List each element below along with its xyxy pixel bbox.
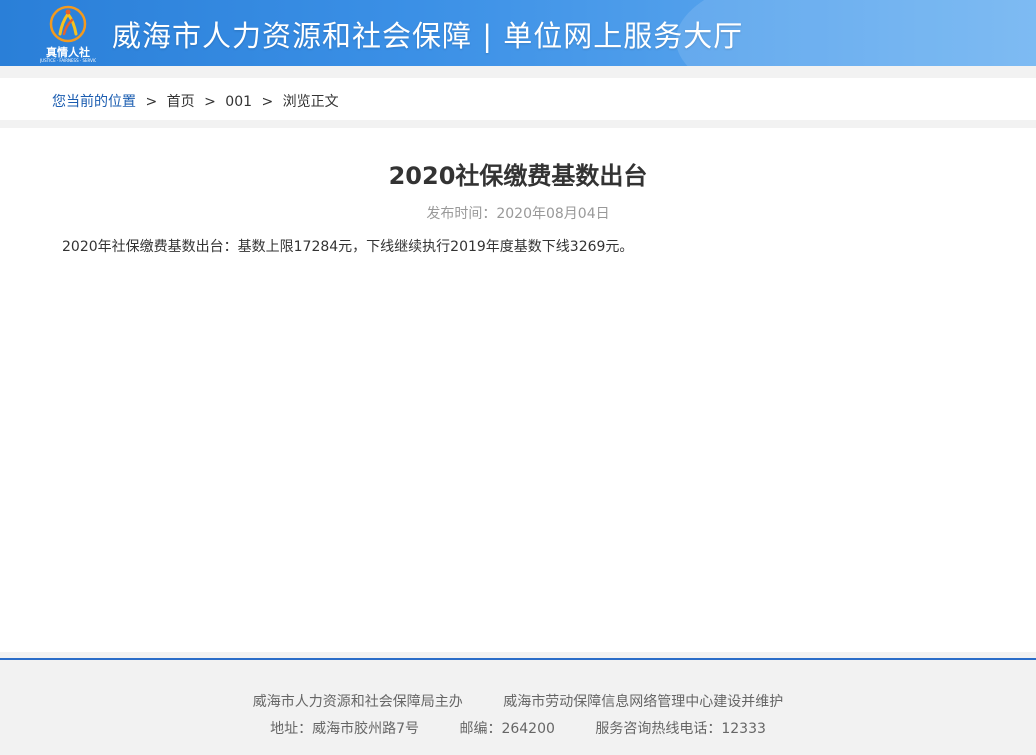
footer-postcode: 邮编：264200 bbox=[459, 721, 555, 737]
breadcrumb-item-home[interactable]: 首页 bbox=[167, 94, 195, 110]
breadcrumb-separator: > bbox=[261, 94, 274, 110]
site-header: 真情人社 JUSTICE · FAIRNESS · SERVICE 威海市人力资… bbox=[0, 0, 1036, 66]
breadcrumb-item-current: 浏览正文 bbox=[282, 94, 339, 110]
footer-row-credits: 威海市人力资源和社会保障局主办 威海市劳动保障信息网络管理中心建设并维护 bbox=[0, 691, 1036, 711]
breadcrumb-separator: > bbox=[204, 94, 216, 110]
publish-date: 发布时间：2020年08月04日 bbox=[426, 206, 610, 222]
logo-subtext: JUSTICE · FAIRNESS · SERVICE bbox=[40, 58, 96, 63]
breadcrumb-separator: > bbox=[145, 94, 158, 110]
site-footer: 威海市人力资源和社会保障局主办 威海市劳动保障信息网络管理中心建设并维护 地址：… bbox=[0, 660, 1036, 755]
breadcrumb-current-position-label: 您当前的位置 bbox=[52, 94, 136, 110]
site-logo[interactable]: 真情人社 JUSTICE · FAIRNESS · SERVICE bbox=[38, 4, 98, 64]
article-content: 2020社保缴费基数出台 发布时间：2020年08月04日 2020年社保缴费基… bbox=[0, 128, 1036, 652]
breadcrumb-bar: 您当前的位置 > 首页 > 001 > 浏览正文 bbox=[0, 78, 1036, 120]
footer-address: 地址：威海市胶州路7号 bbox=[270, 721, 419, 737]
breadcrumb: 您当前的位置 > 首页 > 001 > 浏览正文 bbox=[52, 91, 339, 111]
breadcrumb-item-category[interactable]: 001 bbox=[225, 94, 252, 110]
article-title: 2020社保缴费基数出台 bbox=[388, 162, 648, 190]
footer-hotline: 服务咨询热线电话：12333 bbox=[595, 721, 766, 737]
footer-host: 威海市人力资源和社会保障局主办 bbox=[252, 694, 463, 710]
footer-row-contact: 地址：威海市胶州路7号 邮编：264200 服务咨询热线电话：12333 bbox=[0, 718, 1036, 738]
site-title: 威海市人力资源和社会保障 | 单位网上服务大厅 bbox=[112, 19, 744, 53]
article-body: 2020年社保缴费基数出台：基数上限17284元，下线继续执行2019年度基数下… bbox=[62, 239, 634, 255]
footer-maintainer: 威海市劳动保障信息网络管理中心建设并维护 bbox=[503, 694, 784, 710]
logo-emblem-icon bbox=[49, 5, 87, 43]
